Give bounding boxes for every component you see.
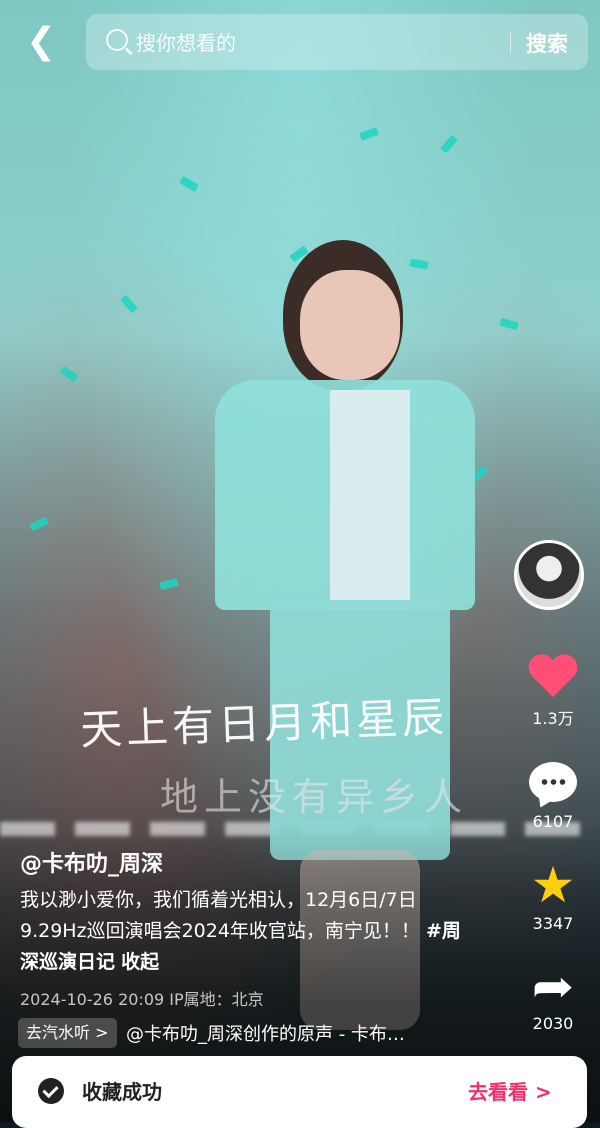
author-avatar[interactable] <box>514 540 584 610</box>
search-input[interactable] <box>134 26 498 60</box>
share-icon: ➦ <box>531 959 575 1013</box>
post-meta: 2024-10-26 20:09 IP属地：北京 <box>20 990 264 1009</box>
like-count: 1.3万 <box>532 709 574 728</box>
performer-face <box>300 270 400 380</box>
confetti <box>440 134 458 154</box>
comment-icon <box>529 762 577 802</box>
performer-shirt <box>330 390 410 610</box>
author-name[interactable]: @卡布叻_周深 <box>20 846 163 878</box>
confetti <box>59 365 79 383</box>
description-text: 我以渺小爱你，我们循着光相认，12月6日/7日9.29Hz巡回演唱会2024年收… <box>20 889 420 942</box>
video-overlay-lyric-1: 天上有日月和星辰 <box>79 692 449 755</box>
star-icon: ★ <box>530 856 576 914</box>
confetti <box>179 176 199 192</box>
share-button[interactable]: ➦ 2030 <box>520 962 586 1033</box>
toast-view-link[interactable]: 去看看 > <box>468 1076 552 1105</box>
video-overlay-lyric-2: 地上没有异乡人 <box>160 775 469 819</box>
search-box[interactable]: 搜索 <box>86 14 588 70</box>
favorite-button[interactable]: ★ 3347 <box>520 860 586 933</box>
search-divider <box>510 32 511 54</box>
check-icon <box>38 1078 64 1104</box>
music-row: 去汽水听 > @卡布叻_周深创作的原声 - 卡布… <box>18 1018 498 1048</box>
search-icon <box>106 29 128 51</box>
comment-count: 6107 <box>532 812 574 831</box>
post-description: 我以渺小爱你，我们循着光相认，12月6日/7日9.29Hz巡回演唱会2024年收… <box>20 885 470 978</box>
favorite-success-toast: 收藏成功 去看看 > <box>12 1056 587 1128</box>
collapse-link[interactable]: 收起 <box>121 951 159 973</box>
comment-button[interactable]: 6107 <box>520 762 586 831</box>
confetti <box>159 577 179 591</box>
confetti <box>409 258 429 270</box>
heart-icon <box>528 655 578 701</box>
confetti <box>29 516 49 532</box>
like-button[interactable]: 1.3万 <box>520 655 586 729</box>
top-search-bar: ❮ 搜索 <box>0 0 600 84</box>
favorite-count: 3347 <box>532 914 574 933</box>
confetti <box>359 127 379 141</box>
back-icon[interactable]: ❮ <box>26 24 56 64</box>
share-count: 2030 <box>532 1014 574 1033</box>
confetti <box>499 317 519 331</box>
original-sound-link[interactable]: @卡布叻_周深创作的原声 - 卡布… <box>126 1020 405 1046</box>
search-button[interactable]: 搜索 <box>526 28 568 58</box>
listen-on-qishui-chip[interactable]: 去汽水听 > <box>18 1018 117 1048</box>
confetti <box>120 294 138 314</box>
toast-message: 收藏成功 <box>82 1080 162 1104</box>
